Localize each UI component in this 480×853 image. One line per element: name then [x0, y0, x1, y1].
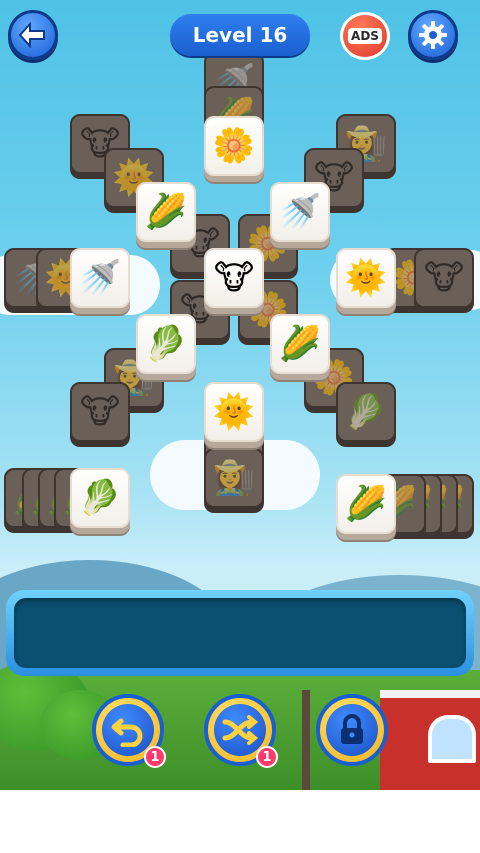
- remove-ads-button[interactable]: ADS: [340, 12, 390, 60]
- farmer-icon: 👩‍🌾: [212, 458, 256, 498]
- tile-blocked: 🐮: [414, 248, 474, 308]
- undo-face: [102, 704, 154, 756]
- level-title: Level 16: [170, 14, 310, 56]
- tile-flower[interactable]: 🌼: [204, 116, 264, 176]
- undo-count-badge: 1: [144, 746, 166, 768]
- undo-button[interactable]: 1: [92, 694, 166, 768]
- tile-cow[interactable]: 🐮: [204, 248, 264, 308]
- barn-window: [428, 715, 476, 763]
- level-label: Level 16: [192, 23, 288, 47]
- tile-tray: [6, 590, 474, 676]
- tile-corn[interactable]: 🌽: [336, 474, 396, 534]
- bottom-bar: [0, 790, 480, 853]
- watering-can-icon: 🚿: [78, 258, 122, 298]
- shuffle-face: [214, 704, 266, 756]
- shuffle-count-badge: 1: [256, 746, 278, 768]
- shuffle-button[interactable]: 1: [204, 694, 278, 768]
- tile-watering-can[interactable]: 🚿: [70, 248, 130, 308]
- ads-label: ADS: [348, 28, 382, 44]
- tile-blocked: 🥬: [336, 382, 396, 442]
- tile-watering-can[interactable]: 🚿: [270, 182, 330, 242]
- gear-icon: [419, 21, 447, 49]
- undo-icon: [111, 718, 143, 747]
- sun-icon: 🌞: [212, 392, 256, 432]
- sun-icon: 🌞: [344, 258, 388, 298]
- lock-icon: [341, 714, 363, 744]
- flower-icon: 🌼: [212, 126, 256, 166]
- shuffle-icon: [222, 715, 258, 745]
- tile-blocked: 🐮: [70, 382, 130, 442]
- cow-icon: 🐮: [213, 258, 255, 298]
- locked-tool-button[interactable]: [316, 694, 388, 766]
- tile-cabbage[interactable]: 🥬: [136, 314, 196, 374]
- tile-cabbage[interactable]: 🥬: [70, 468, 130, 528]
- tray-slots: [14, 598, 466, 668]
- corn-icon: 🌽: [344, 484, 388, 524]
- tile-corn[interactable]: 🌽: [270, 314, 330, 374]
- settings-button[interactable]: [408, 10, 458, 60]
- cabbage-icon: 🥬: [144, 324, 188, 364]
- cow-icon: 🐮: [423, 258, 465, 298]
- tile-corn[interactable]: 🌽: [136, 182, 196, 242]
- cow-icon: 🐮: [79, 392, 121, 432]
- cabbage-icon: 🥬: [78, 478, 122, 518]
- tile-sun[interactable]: 🌞: [204, 382, 264, 442]
- tile-sun[interactable]: 🌞: [336, 248, 396, 308]
- cabbage-icon: 🥬: [344, 392, 388, 432]
- lamp-post: [302, 690, 310, 790]
- back-button[interactable]: [8, 10, 58, 60]
- tile-blocked: 👩‍🌾: [204, 448, 264, 508]
- corn-icon: 🌽: [278, 324, 322, 364]
- corn-icon: 🌽: [144, 192, 188, 232]
- watering-can-icon: 🚿: [278, 192, 322, 232]
- back-arrow-icon: [18, 22, 45, 48]
- locked-face: [326, 704, 378, 756]
